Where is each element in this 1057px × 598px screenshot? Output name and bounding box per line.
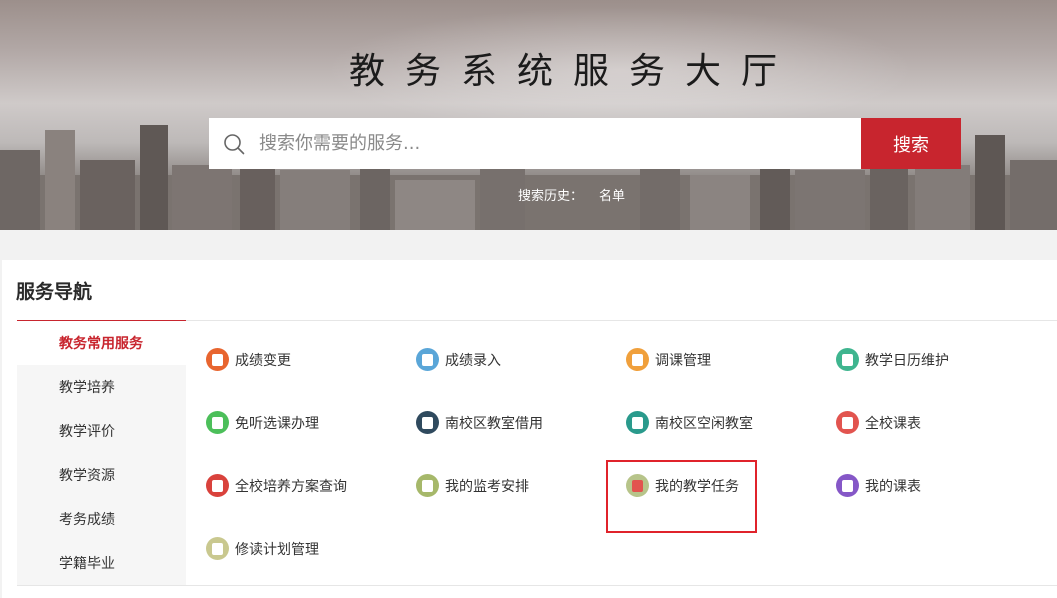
calendar-icon: [836, 348, 859, 371]
service-item-free-classroom[interactable]: 南校区空闲教室: [626, 411, 753, 434]
panel-title: 服务导航: [16, 281, 93, 303]
selection-highlight-box: [606, 460, 757, 533]
service-item-label: 成绩变更: [235, 352, 291, 369]
search-field-container[interactable]: [209, 118, 861, 169]
search-icon: [224, 133, 245, 154]
search-button[interactable]: 搜索: [861, 118, 961, 169]
service-item-classroom-borrow[interactable]: 南校区教室借用: [416, 411, 543, 434]
free-classroom-icon: [626, 411, 649, 434]
service-item-label: 教学日历维护: [865, 352, 949, 369]
divider: [186, 320, 1057, 321]
study-plan-icon: [206, 537, 229, 560]
tab-enrollment-graduation[interactable]: 学籍毕业: [17, 541, 186, 585]
search-bar: 搜索: [209, 118, 961, 169]
search-input[interactable]: [259, 118, 861, 169]
tab-teaching-training[interactable]: 教学培养: [17, 365, 186, 409]
tab-exams-grades[interactable]: 考务成绩: [17, 497, 186, 541]
service-item-invigilation[interactable]: 我的监考安排: [416, 474, 529, 497]
search-history-label: 搜索历史：: [518, 189, 584, 204]
my-timetable-icon: [836, 474, 859, 497]
tab-common-services[interactable]: 教务常用服务: [17, 321, 186, 365]
invigilation-icon: [416, 474, 439, 497]
service-item-label: 成绩录入: [445, 352, 501, 369]
service-item-teaching-calendar[interactable]: 教学日历维护: [836, 348, 949, 371]
tab-teaching-resources[interactable]: 教学资源: [17, 453, 186, 497]
service-navigation-panel: 服务导航 教务常用服务 教学培养 教学评价 教学资源 考务成绩 学籍毕业 成绩变…: [2, 260, 1057, 598]
service-item-label: 南校区空闲教室: [655, 415, 753, 432]
hero-banner: 教务系统服务大厅 搜索 搜索历史： 名单: [0, 0, 1057, 230]
service-item-label: 修读计划管理: [235, 541, 319, 558]
exempt-course-icon: [206, 411, 229, 434]
training-plan-icon: [206, 474, 229, 497]
search-history-item[interactable]: 名单: [599, 185, 625, 204]
service-item-training-plan[interactable]: 全校培养方案查询: [206, 474, 347, 497]
page-title: 教务系统服务大厅: [348, 51, 797, 92]
service-item-label: 全校培养方案查询: [235, 478, 347, 495]
school-timetable-icon: [836, 411, 859, 434]
service-item-label: 我的监考安排: [445, 478, 529, 495]
service-item-label: 免听选课办理: [235, 415, 319, 432]
divider: [17, 585, 1057, 586]
tab-teaching-evaluation[interactable]: 教学评价: [17, 409, 186, 453]
service-item-label: 调课管理: [655, 352, 711, 369]
service-item-exempt-course[interactable]: 免听选课办理: [206, 411, 319, 434]
grade-entry-icon: [416, 348, 439, 371]
service-item-grade-change[interactable]: 成绩变更: [206, 348, 291, 371]
service-item-school-timetable[interactable]: 全校课表: [836, 411, 921, 434]
service-item-label: 南校区教室借用: [445, 415, 543, 432]
service-item-schedule-adjust[interactable]: 调课管理: [626, 348, 711, 371]
service-item-my-timetable[interactable]: 我的课表: [836, 474, 921, 497]
service-item-label: 全校课表: [865, 415, 921, 432]
search-history: 搜索历史： 名单: [518, 185, 625, 204]
schedule-adjust-icon: [626, 348, 649, 371]
classroom-borrow-icon: [416, 411, 439, 434]
category-tabs: 教务常用服务 教学培养 教学评价 教学资源 考务成绩 学籍毕业: [17, 320, 186, 585]
service-item-grade-entry[interactable]: 成绩录入: [416, 348, 501, 371]
service-item-label: 我的课表: [865, 478, 921, 495]
service-item-study-plan[interactable]: 修读计划管理: [206, 537, 319, 560]
grade-change-icon: [206, 348, 229, 371]
